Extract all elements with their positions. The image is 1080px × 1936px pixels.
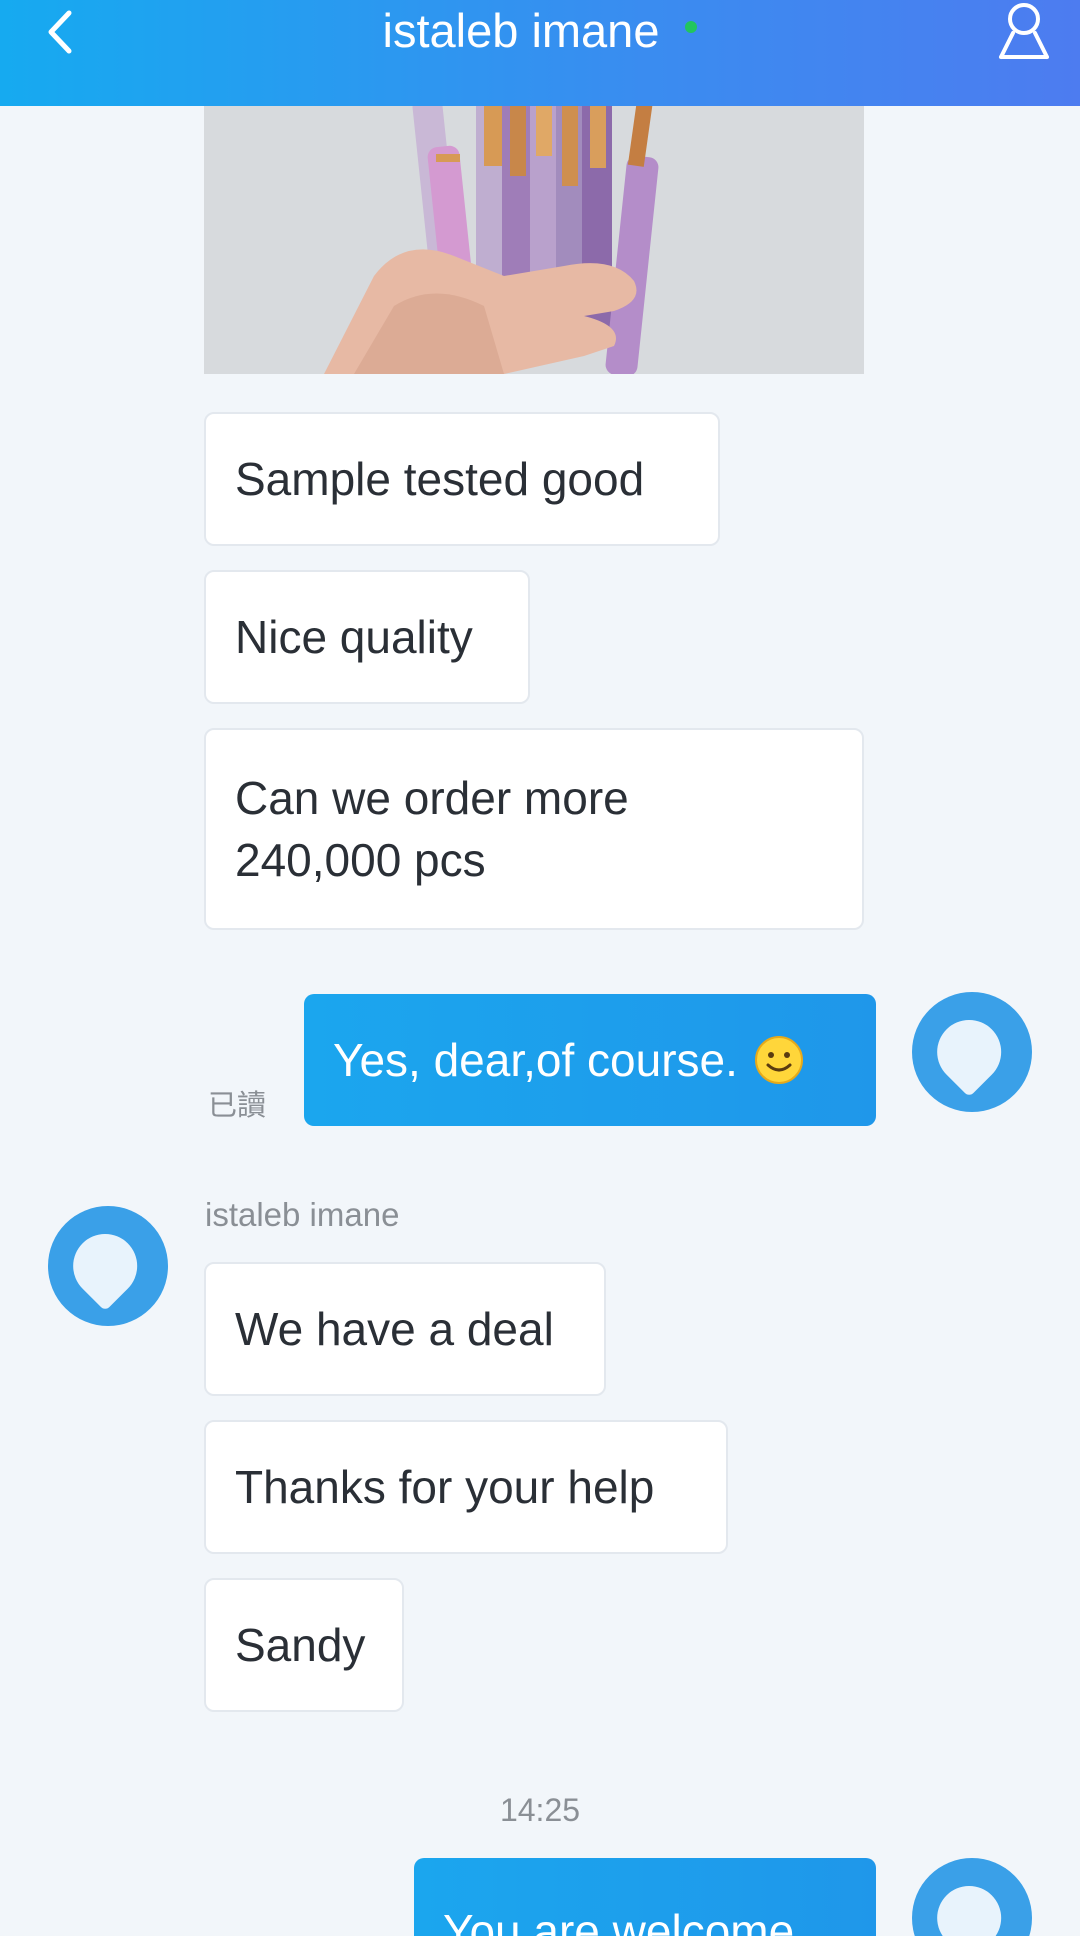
message-text: Sample tested good [235,453,645,505]
message-text: You are welcome [443,1905,795,1936]
message-list[interactable]: Sample tested good Nice quality Can we o… [0,106,1080,1936]
outgoing-message-bubble[interactable]: You are welcome [414,1858,876,1936]
online-status-indicator [685,20,698,33]
smile-emoji-icon [754,1036,803,1084]
chat-title: istaleb imane [0,4,1080,58]
message-bubble[interactable]: Sample tested good [204,412,720,546]
chat-header: istaleb imane [0,0,1080,106]
message-bubble[interactable]: Thanks for your help [204,1420,728,1554]
message-text: Thanks for your help [235,1461,655,1513]
my-avatar[interactable] [912,1858,1032,1936]
contact-name: istaleb imane [382,4,660,57]
my-avatar[interactable] [912,992,1032,1112]
message-text: Yes, dear,of course. [333,1034,738,1086]
message-bubble[interactable]: Nice quality [204,570,530,704]
message-text: Nice quality [235,611,473,663]
message-bubble[interactable]: Can we order more 240,000 pcs [204,728,864,930]
message-bubble[interactable]: We have a deal [204,1262,606,1396]
timestamp-separator: 14:25 [499,1792,581,1828]
chat-bubble-icon [59,1220,151,1312]
read-receipt: 已讀 [208,1090,267,1122]
message-bubble[interactable]: Sandy [204,1578,404,1712]
message-text: Sandy [235,1619,366,1671]
contact-avatar[interactable] [48,1206,168,1326]
message-text: We have a deal [235,1303,554,1355]
chat-bubble-icon [923,1872,1015,1936]
sender-name: istaleb imane [205,1196,400,1233]
profile-button[interactable] [994,0,1054,62]
makeup-brushes-image [204,106,864,374]
chat-bubble-icon [923,1006,1015,1098]
message-text: Can we order more 240,000 pcs [235,772,629,886]
user-icon [999,3,1049,59]
product-photo[interactable] [204,106,864,374]
outgoing-message-bubble[interactable]: Yes, dear,of course. [304,994,876,1126]
